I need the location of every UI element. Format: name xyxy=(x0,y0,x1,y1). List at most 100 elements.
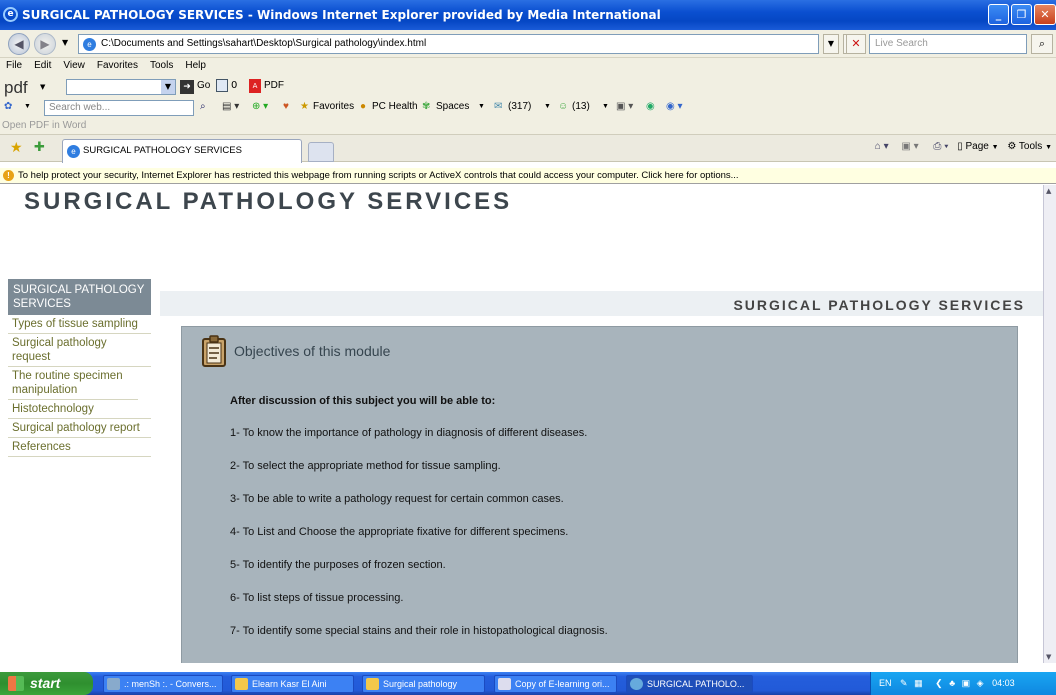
heart-icon[interactable]: ♥ xyxy=(283,101,289,112)
objective-item: 3- To be able to write a pathology reque… xyxy=(230,493,564,505)
menu-help[interactable]: Help xyxy=(179,60,212,74)
pdf-button[interactable]: PDF xyxy=(264,80,284,91)
sidebar-item-pathology-request[interactable]: Surgical pathology request xyxy=(8,334,151,367)
web-search-icon[interactable]: ⌕ xyxy=(200,101,206,112)
tray-keyboard-icon[interactable]: ▦ xyxy=(914,678,923,688)
sidebar-header[interactable]: SURGICAL PATHOLOGY SERVICES xyxy=(8,279,151,315)
menu-bar: File Edit View Favorites Tools Help xyxy=(0,60,212,74)
tools-menu[interactable]: Tools xyxy=(1019,141,1042,152)
open-pdf-in-word-button[interactable]: Open PDF in Word xyxy=(2,120,86,131)
tools-dropdown-icon[interactable]: ▼ xyxy=(1045,144,1052,151)
task-elearn-folder[interactable]: Elearn Kasr El Aini xyxy=(231,675,354,693)
toolbar-logo-icon[interactable]: ✿ xyxy=(4,101,12,112)
menu-edit[interactable]: Edit xyxy=(28,60,57,74)
tray-shield-icon[interactable]: ▣ xyxy=(962,678,971,688)
spaces-icon: ✾ xyxy=(422,101,431,112)
security-info-bar[interactable]: ! To help protect your security, Interne… xyxy=(0,168,1056,184)
task-word-document[interactable]: Copy of E-learning ori... xyxy=(494,675,617,693)
main-banner: SURGICAL PATHOLOGY SERVICES xyxy=(160,291,1043,316)
close-button[interactable]: ✕ xyxy=(1034,4,1056,25)
sidebar-item-specimen-manipulation[interactable]: The routine specimen manipulation xyxy=(8,367,138,400)
recent-pages-chevron-icon[interactable]: ▼ xyxy=(62,38,68,47)
help-icon[interactable]: ◉ ▾ xyxy=(666,101,683,112)
spaces-button[interactable]: Spaces xyxy=(436,101,469,112)
mail-dropdown-icon[interactable]: ▼ xyxy=(544,103,551,110)
folder-icon xyxy=(235,678,248,690)
menu-favorites[interactable]: Favorites xyxy=(91,60,144,74)
back-arrow-icon[interactable]: ◀ xyxy=(8,33,30,55)
add-icon[interactable]: ⊕ ▾ xyxy=(252,101,268,112)
messenger-icon[interactable]: ◉ xyxy=(646,101,655,112)
web-search-input[interactable]: Search web... xyxy=(44,100,194,116)
tab-surgical-pathology[interactable]: e SURGICAL PATHOLOGY SERVICES xyxy=(62,139,302,163)
go-arrow-icon[interactable]: ➜ xyxy=(180,80,194,94)
task-messenger[interactable]: .: menSh :. - Convers... xyxy=(103,675,223,693)
sidebar-item-histotechnology[interactable]: Histotechnology xyxy=(8,400,151,419)
mail-icon: ✉ xyxy=(494,101,503,112)
windows-flag-icon xyxy=(8,676,24,691)
tray-collapse-icon[interactable]: ❮ xyxy=(935,678,943,688)
pc-health-button[interactable]: PC Health xyxy=(372,101,418,112)
minimize-button[interactable]: _ xyxy=(988,4,1009,25)
spaces-dropdown-icon[interactable]: ▼ xyxy=(478,103,485,110)
menu-file[interactable]: File xyxy=(0,60,28,74)
new-tab-button[interactable] xyxy=(308,142,334,162)
tray-tool-icon[interactable]: ✎ xyxy=(900,678,908,688)
go-button[interactable]: Go xyxy=(197,80,210,91)
scroll-up-icon[interactable]: ▲ xyxy=(1046,187,1051,195)
highlight-icon[interactable]: ▤ ▾ xyxy=(222,101,239,112)
document-icon xyxy=(498,678,511,690)
favorites-star-icon: ★ xyxy=(300,101,309,112)
forward-arrow-icon[interactable]: ▶ xyxy=(34,33,56,55)
menu-tools[interactable]: Tools xyxy=(144,60,179,74)
stop-icon[interactable]: ✕ xyxy=(846,34,866,54)
tray-volume-icon[interactable]: ◈ xyxy=(977,678,984,688)
favorites-center-star-icon[interactable]: ★ xyxy=(10,140,23,156)
system-tray: EN ✎ ▦ ❮ ♣ ▣ ◈ 04:03 xyxy=(870,672,1056,695)
people-count[interactable]: (13) xyxy=(572,101,590,112)
mail-count[interactable]: (317) xyxy=(508,101,531,112)
taskbar: start .: menSh :. - Convers... Elearn Ka… xyxy=(0,672,1056,695)
rss-icon[interactable]: ▣ ▾ xyxy=(616,101,633,112)
task-ie-window[interactable]: SURGICAL PATHOLO... xyxy=(626,675,753,693)
command-bar: ⌂ ▾ ▣ ▾ ⎙ ▾ ▯ Page ▼ ⚙ Tools ▼ xyxy=(875,141,1052,152)
page-menu[interactable]: Page xyxy=(965,141,988,152)
feeds-icon[interactable]: ▣ ▾ xyxy=(901,141,918,152)
pdf-url-combo[interactable]: ▼ xyxy=(66,79,176,95)
language-indicator[interactable]: EN xyxy=(879,678,892,688)
window-title-bar[interactable]: e SURGICAL PATHOLOGY SERVICES - Windows … xyxy=(0,0,1056,30)
sidebar-item-references[interactable]: References xyxy=(8,438,151,457)
people-dropdown-icon[interactable]: ▼ xyxy=(602,103,609,110)
sidebar-item-tissue-sampling[interactable]: Types of tissue sampling xyxy=(8,315,151,334)
task-surgical-folder[interactable]: Surgical pathology xyxy=(362,675,485,693)
scroll-down-icon[interactable]: ▼ xyxy=(1046,653,1051,661)
sidebar: SURGICAL PATHOLOGY SERVICES Types of tis… xyxy=(8,279,151,457)
maximize-button[interactable]: ❐ xyxy=(1011,4,1032,25)
site-title: SURGICAL PATHOLOGY SERVICES xyxy=(24,188,513,215)
vertical-scrollbar[interactable]: ▲ ▼ xyxy=(1043,185,1056,663)
print-icon[interactable]: ⎙ ▾ xyxy=(933,141,948,152)
live-search-input[interactable]: Live Search xyxy=(869,34,1027,54)
pdf-dropdown-icon[interactable]: ▼ xyxy=(40,83,45,91)
address-input[interactable]: e C:\Documents and Settings\sahart\Deskt… xyxy=(78,34,819,54)
pdf-file-icon: A xyxy=(249,79,261,93)
pdf-logo[interactable]: pdf xyxy=(4,78,28,98)
clock[interactable]: 04:03 xyxy=(992,678,1015,688)
tray-network-icon[interactable]: ♣ xyxy=(949,678,955,688)
page-icon: ▯ xyxy=(957,141,963,152)
address-dropdown-icon[interactable]: ▼ xyxy=(823,34,839,54)
add-favorite-icon[interactable]: ✚ xyxy=(34,140,45,155)
pdf-toolbar: pdf ▼ ▼ ➜ Go 0 A PDF xyxy=(0,76,400,98)
toolbar-logo-dropdown-icon[interactable]: ▼ xyxy=(24,103,31,110)
menu-view[interactable]: View xyxy=(57,60,91,74)
combo-arrow-icon[interactable]: ▼ xyxy=(161,80,175,94)
start-button[interactable]: start xyxy=(0,672,93,695)
search-icon[interactable]: ⌕ xyxy=(1031,34,1053,54)
home-icon[interactable]: ⌂ ▾ xyxy=(875,141,889,152)
pc-health-icon: ● xyxy=(360,101,367,112)
window-title: SURGICAL PATHOLOGY SERVICES - Windows In… xyxy=(22,8,661,22)
favorites-button[interactable]: Favorites xyxy=(313,101,354,112)
sidebar-item-pathology-report[interactable]: Surgical pathology report xyxy=(8,419,151,438)
page-dropdown-icon[interactable]: ▼ xyxy=(992,144,999,151)
objective-item: 7- To identify some special stains and t… xyxy=(230,625,608,637)
